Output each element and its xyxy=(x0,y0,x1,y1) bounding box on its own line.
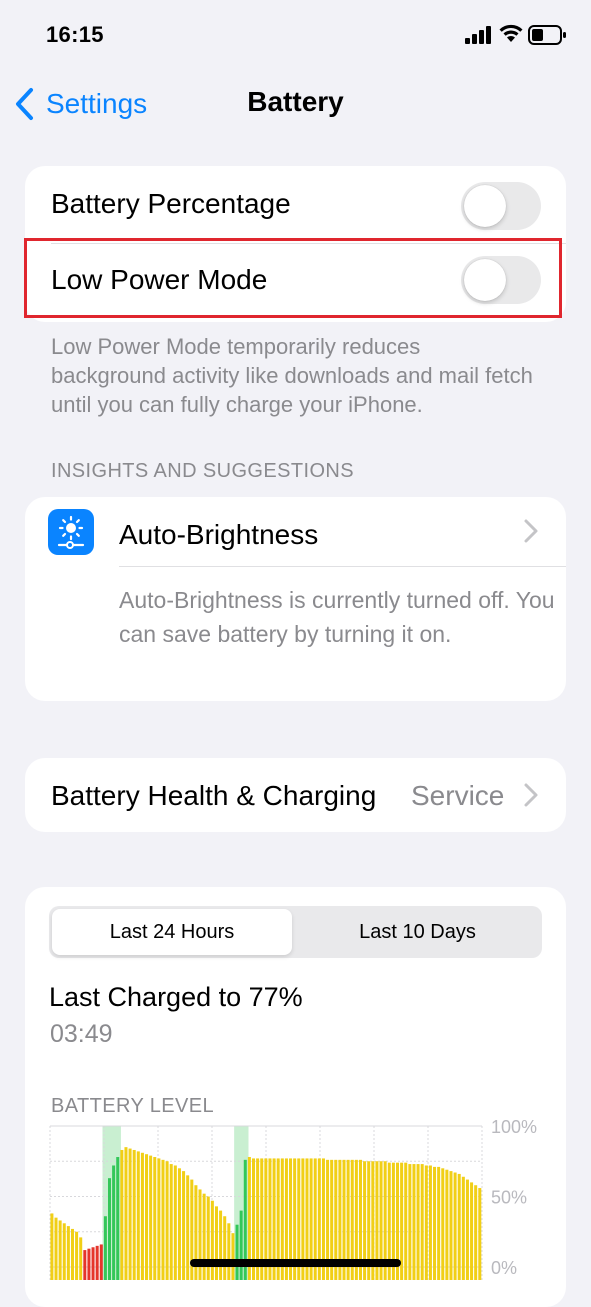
battery-bar xyxy=(461,1176,465,1280)
battery-bar xyxy=(437,1166,441,1280)
battery-health-row[interactable]: Battery Health & Charging Service xyxy=(25,758,566,832)
battery-bar xyxy=(182,1171,186,1280)
battery-bar xyxy=(157,1158,161,1280)
battery-bar xyxy=(219,1210,223,1280)
battery-bar xyxy=(206,1196,210,1280)
battery-bar xyxy=(128,1148,132,1280)
battery-bar xyxy=(83,1250,87,1280)
battery-level-chart: 100% 50% 0% xyxy=(49,1117,537,1280)
battery-bar xyxy=(474,1185,478,1280)
battery-bar xyxy=(79,1237,83,1280)
row-divider xyxy=(119,566,566,567)
battery-icon xyxy=(528,25,566,45)
y-tick-label: 50% xyxy=(491,1188,527,1208)
battery-bar xyxy=(202,1193,206,1280)
status-time: 16:15 xyxy=(46,22,104,47)
battery-health-value: Service xyxy=(411,780,505,811)
battery-bar xyxy=(465,1179,469,1280)
battery-bar xyxy=(103,1216,107,1280)
battery-bar xyxy=(120,1149,124,1280)
battery-bar xyxy=(62,1223,66,1280)
battery-bar xyxy=(91,1247,95,1280)
battery-bar xyxy=(424,1165,428,1280)
battery-bar xyxy=(70,1228,74,1280)
low-power-footnote: Low Power Mode temporarily reduces backg… xyxy=(51,334,533,417)
battery-bar xyxy=(165,1161,169,1280)
chevron-right-icon xyxy=(523,781,539,814)
battery-bar xyxy=(95,1245,99,1280)
tab-last-10-days[interactable]: Last 10 Days xyxy=(296,909,539,955)
battery-percentage-toggle[interactable] xyxy=(461,182,541,230)
tab-last-24-hours[interactable]: Last 24 Hours xyxy=(52,909,292,955)
battery-bar xyxy=(404,1162,408,1280)
cellular-signal-icon xyxy=(465,26,491,44)
battery-bar xyxy=(161,1159,165,1280)
battery-bar xyxy=(58,1220,62,1280)
battery-bar xyxy=(108,1178,112,1280)
battery-bar xyxy=(478,1188,482,1280)
last-charged-label: Last Charged to 77% xyxy=(49,982,303,1012)
battery-bar xyxy=(449,1171,453,1280)
battery-bar xyxy=(235,1224,239,1280)
battery-bar xyxy=(136,1151,140,1280)
auto-brightness-title: Auto-Brightness xyxy=(119,519,319,550)
battery-bar xyxy=(214,1206,218,1280)
battery-bar xyxy=(75,1231,79,1280)
battery-bar xyxy=(50,1213,54,1280)
home-indicator xyxy=(190,1259,401,1267)
last-charged-time: 03:49 xyxy=(50,1020,113,1048)
battery-bar xyxy=(186,1175,190,1280)
insights-header: INSIGHTS AND SUGGESTIONS xyxy=(51,460,354,482)
battery-bar xyxy=(66,1226,70,1280)
battery-bar xyxy=(169,1164,173,1280)
battery-bar xyxy=(223,1216,227,1280)
sun-brightness-icon xyxy=(48,509,94,555)
battery-bar xyxy=(412,1164,416,1280)
battery-bar xyxy=(173,1165,177,1280)
y-tick-label: 0% xyxy=(491,1258,517,1278)
battery-bar xyxy=(445,1169,449,1280)
battery-bar xyxy=(112,1165,116,1280)
battery-percentage-label: Battery Percentage xyxy=(51,188,291,219)
battery-bar xyxy=(408,1164,412,1280)
battery-bar xyxy=(457,1173,461,1280)
battery-bar xyxy=(441,1168,445,1280)
battery-bar xyxy=(54,1217,58,1280)
battery-bar xyxy=(116,1157,120,1280)
battery-bar xyxy=(433,1166,437,1280)
battery-bar xyxy=(124,1147,128,1280)
battery-bar xyxy=(420,1164,424,1280)
battery-bar xyxy=(416,1164,420,1280)
toggle-knob xyxy=(464,185,506,227)
battery-bar xyxy=(470,1182,474,1280)
chevron-right-icon xyxy=(523,517,539,552)
battery-bar xyxy=(231,1233,235,1280)
battery-health-label: Battery Health & Charging xyxy=(51,780,377,811)
wifi-icon xyxy=(499,24,523,42)
battery-bar xyxy=(132,1149,136,1280)
highlight-box xyxy=(24,238,562,318)
battery-bar xyxy=(149,1155,153,1280)
battery-bar xyxy=(87,1248,91,1280)
battery-bar xyxy=(239,1210,243,1280)
page-title: Battery xyxy=(247,86,344,117)
auto-brightness-description: Auto-Brightness is currently turned off.… xyxy=(119,587,555,647)
battery-bar xyxy=(140,1152,144,1280)
battery-bar xyxy=(145,1154,149,1280)
battery-bar xyxy=(227,1223,231,1280)
battery-bar xyxy=(153,1157,157,1280)
y-tick-label: 100% xyxy=(491,1117,537,1137)
auto-brightness-card[interactable]: Auto-Brightness Auto-Brightness is curre… xyxy=(25,497,566,701)
battery-bar xyxy=(210,1200,214,1280)
battery-bar xyxy=(428,1165,432,1280)
battery-bar xyxy=(453,1172,457,1280)
battery-bar xyxy=(99,1244,103,1280)
battery-bar xyxy=(177,1168,181,1280)
time-range-segmented-control: Last 24 Hours Last 10 Days xyxy=(49,906,542,958)
